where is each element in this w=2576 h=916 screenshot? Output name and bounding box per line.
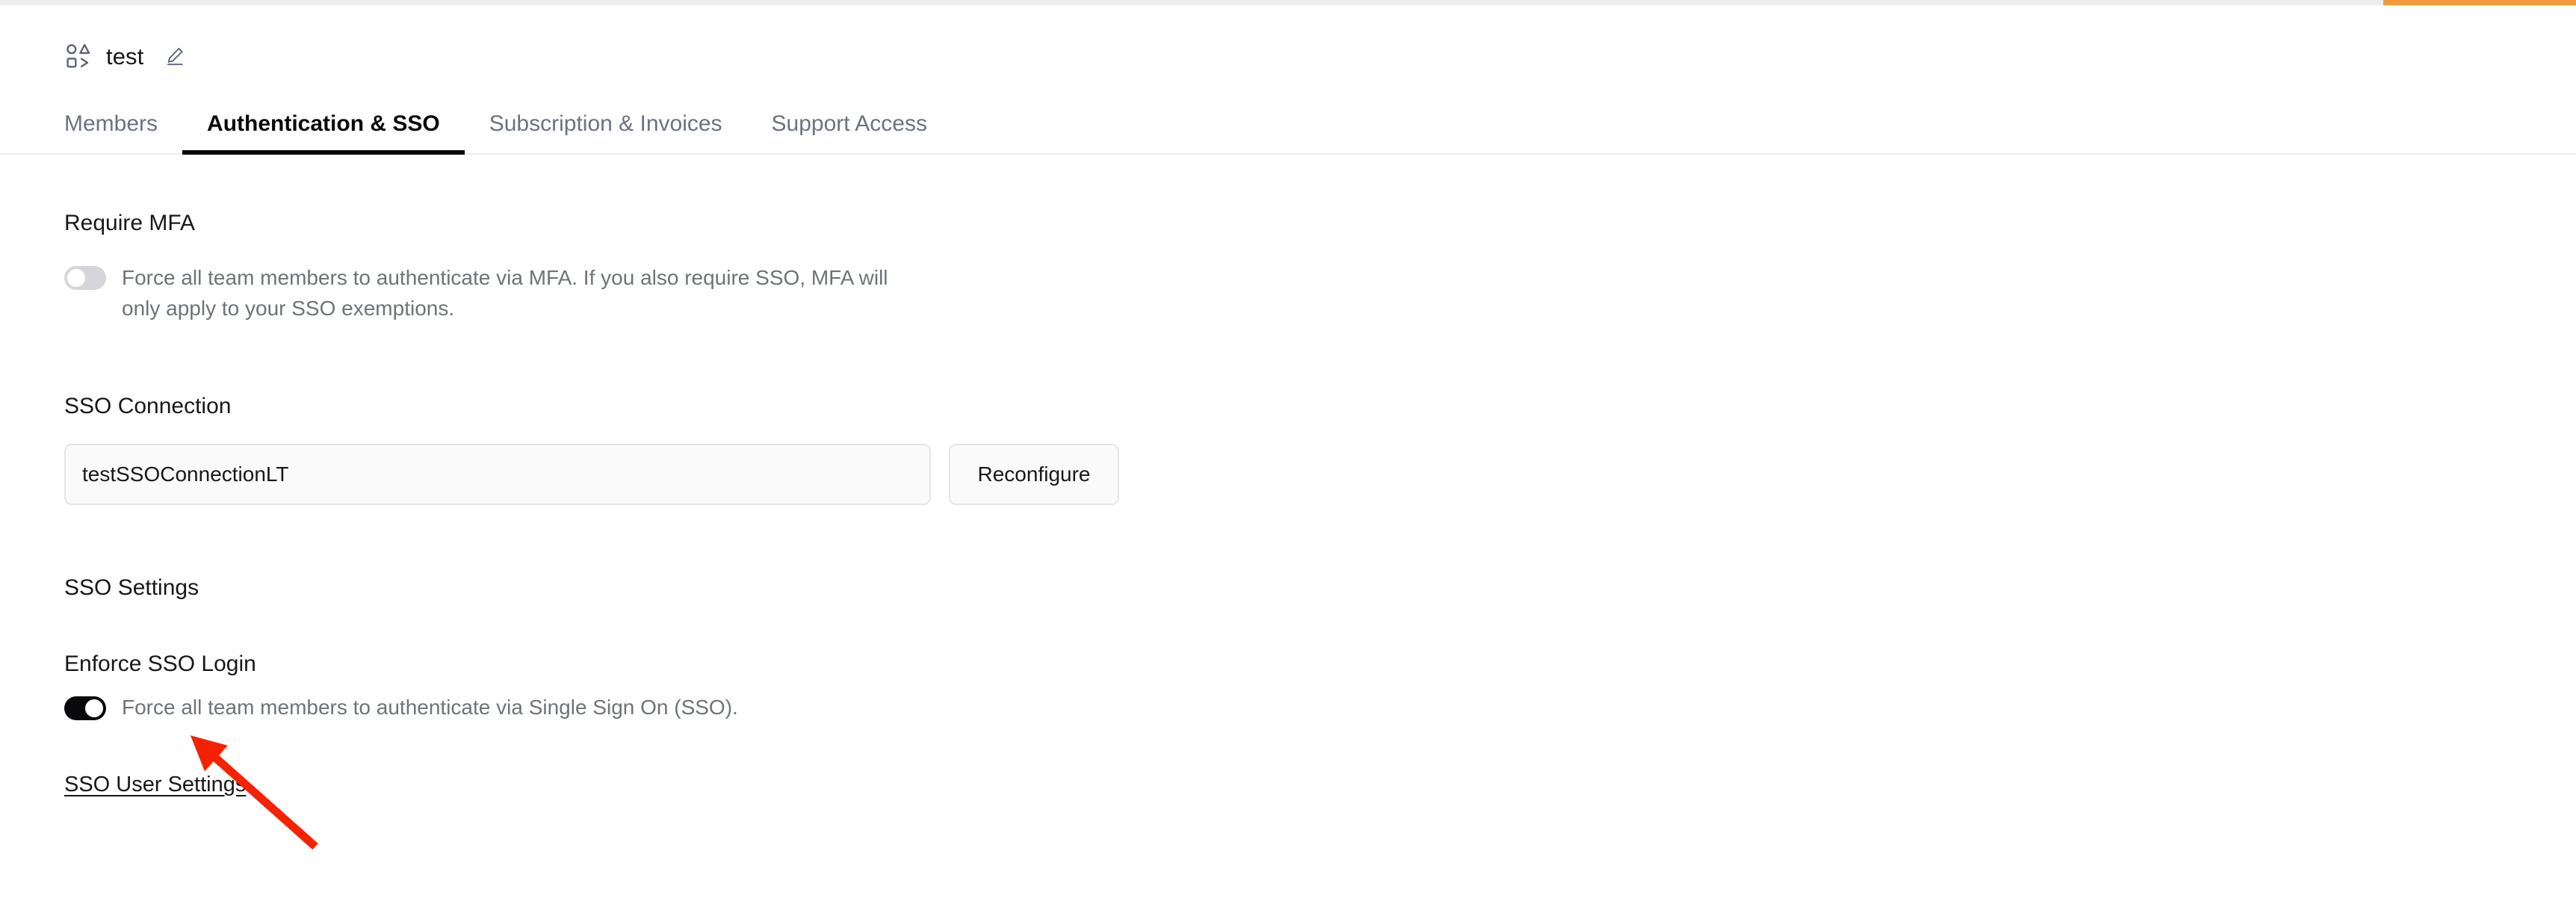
settings-content: Require MFA Force all team members to au… bbox=[0, 155, 2576, 797]
sso-connection-section: SSO Connection testSSOConnectionLT Recon… bbox=[64, 324, 2576, 505]
sso-user-settings-link[interactable]: SSO User Settings bbox=[64, 773, 246, 797]
sso-settings-heading: SSO Settings bbox=[64, 577, 2576, 599]
tab-subscription-and-invoices[interactable]: Subscription & Invoices bbox=[465, 113, 747, 155]
toggle-knob bbox=[85, 699, 103, 717]
sso-connection-value: testSSOConnectionLT bbox=[82, 462, 289, 486]
pencil-edit-icon[interactable] bbox=[164, 46, 185, 66]
window-top-strip bbox=[0, 0, 2576, 5]
tab-authentication-and-sso[interactable]: Authentication & SSO bbox=[182, 113, 465, 155]
require-mfa-heading: Require MFA bbox=[64, 212, 2576, 235]
tab-bar: Members Authentication & SSO Subscriptio… bbox=[0, 83, 2576, 155]
sso-connection-heading: SSO Connection bbox=[64, 395, 2576, 418]
require-mfa-description: Force all team members to authenticate v… bbox=[122, 263, 891, 324]
tab-support-access[interactable]: Support Access bbox=[747, 113, 952, 155]
tab-label: Support Access bbox=[772, 111, 927, 136]
sso-settings-section: SSO Settings Enforce SSO Login Force all… bbox=[64, 505, 2576, 797]
tab-label: Members bbox=[64, 111, 158, 136]
enforce-sso-login-description: Force all team members to authenticate v… bbox=[122, 693, 738, 722]
require-mfa-row: Force all team members to authenticate v… bbox=[64, 263, 2576, 324]
sso-connection-row: testSSOConnectionLT Reconfigure bbox=[64, 444, 2576, 505]
org-header: test bbox=[0, 5, 2576, 77]
reconfigure-button[interactable]: Reconfigure bbox=[949, 444, 1119, 505]
tab-label: Authentication & SSO bbox=[207, 111, 440, 136]
org-name: test bbox=[106, 45, 143, 68]
tab-members[interactable]: Members bbox=[64, 113, 182, 155]
sso-connection-input[interactable]: testSSOConnectionLT bbox=[64, 444, 931, 505]
enforce-sso-login-row: Force all team members to authenticate v… bbox=[64, 693, 2576, 722]
window-accent-bar bbox=[2383, 0, 2576, 5]
require-mfa-toggle[interactable] bbox=[64, 266, 106, 290]
toggle-knob bbox=[67, 269, 85, 287]
enforce-sso-login-label: Enforce SSO Login bbox=[64, 653, 2576, 675]
settings-page: test Members Authentication & SSO Subscr… bbox=[0, 5, 2576, 916]
shapes-icon bbox=[64, 42, 93, 70]
require-mfa-section: Require MFA Force all team members to au… bbox=[64, 155, 2576, 324]
enforce-sso-login-toggle[interactable] bbox=[64, 696, 106, 720]
tab-label: Subscription & Invoices bbox=[489, 111, 722, 136]
reconfigure-button-label: Reconfigure bbox=[978, 462, 1091, 486]
